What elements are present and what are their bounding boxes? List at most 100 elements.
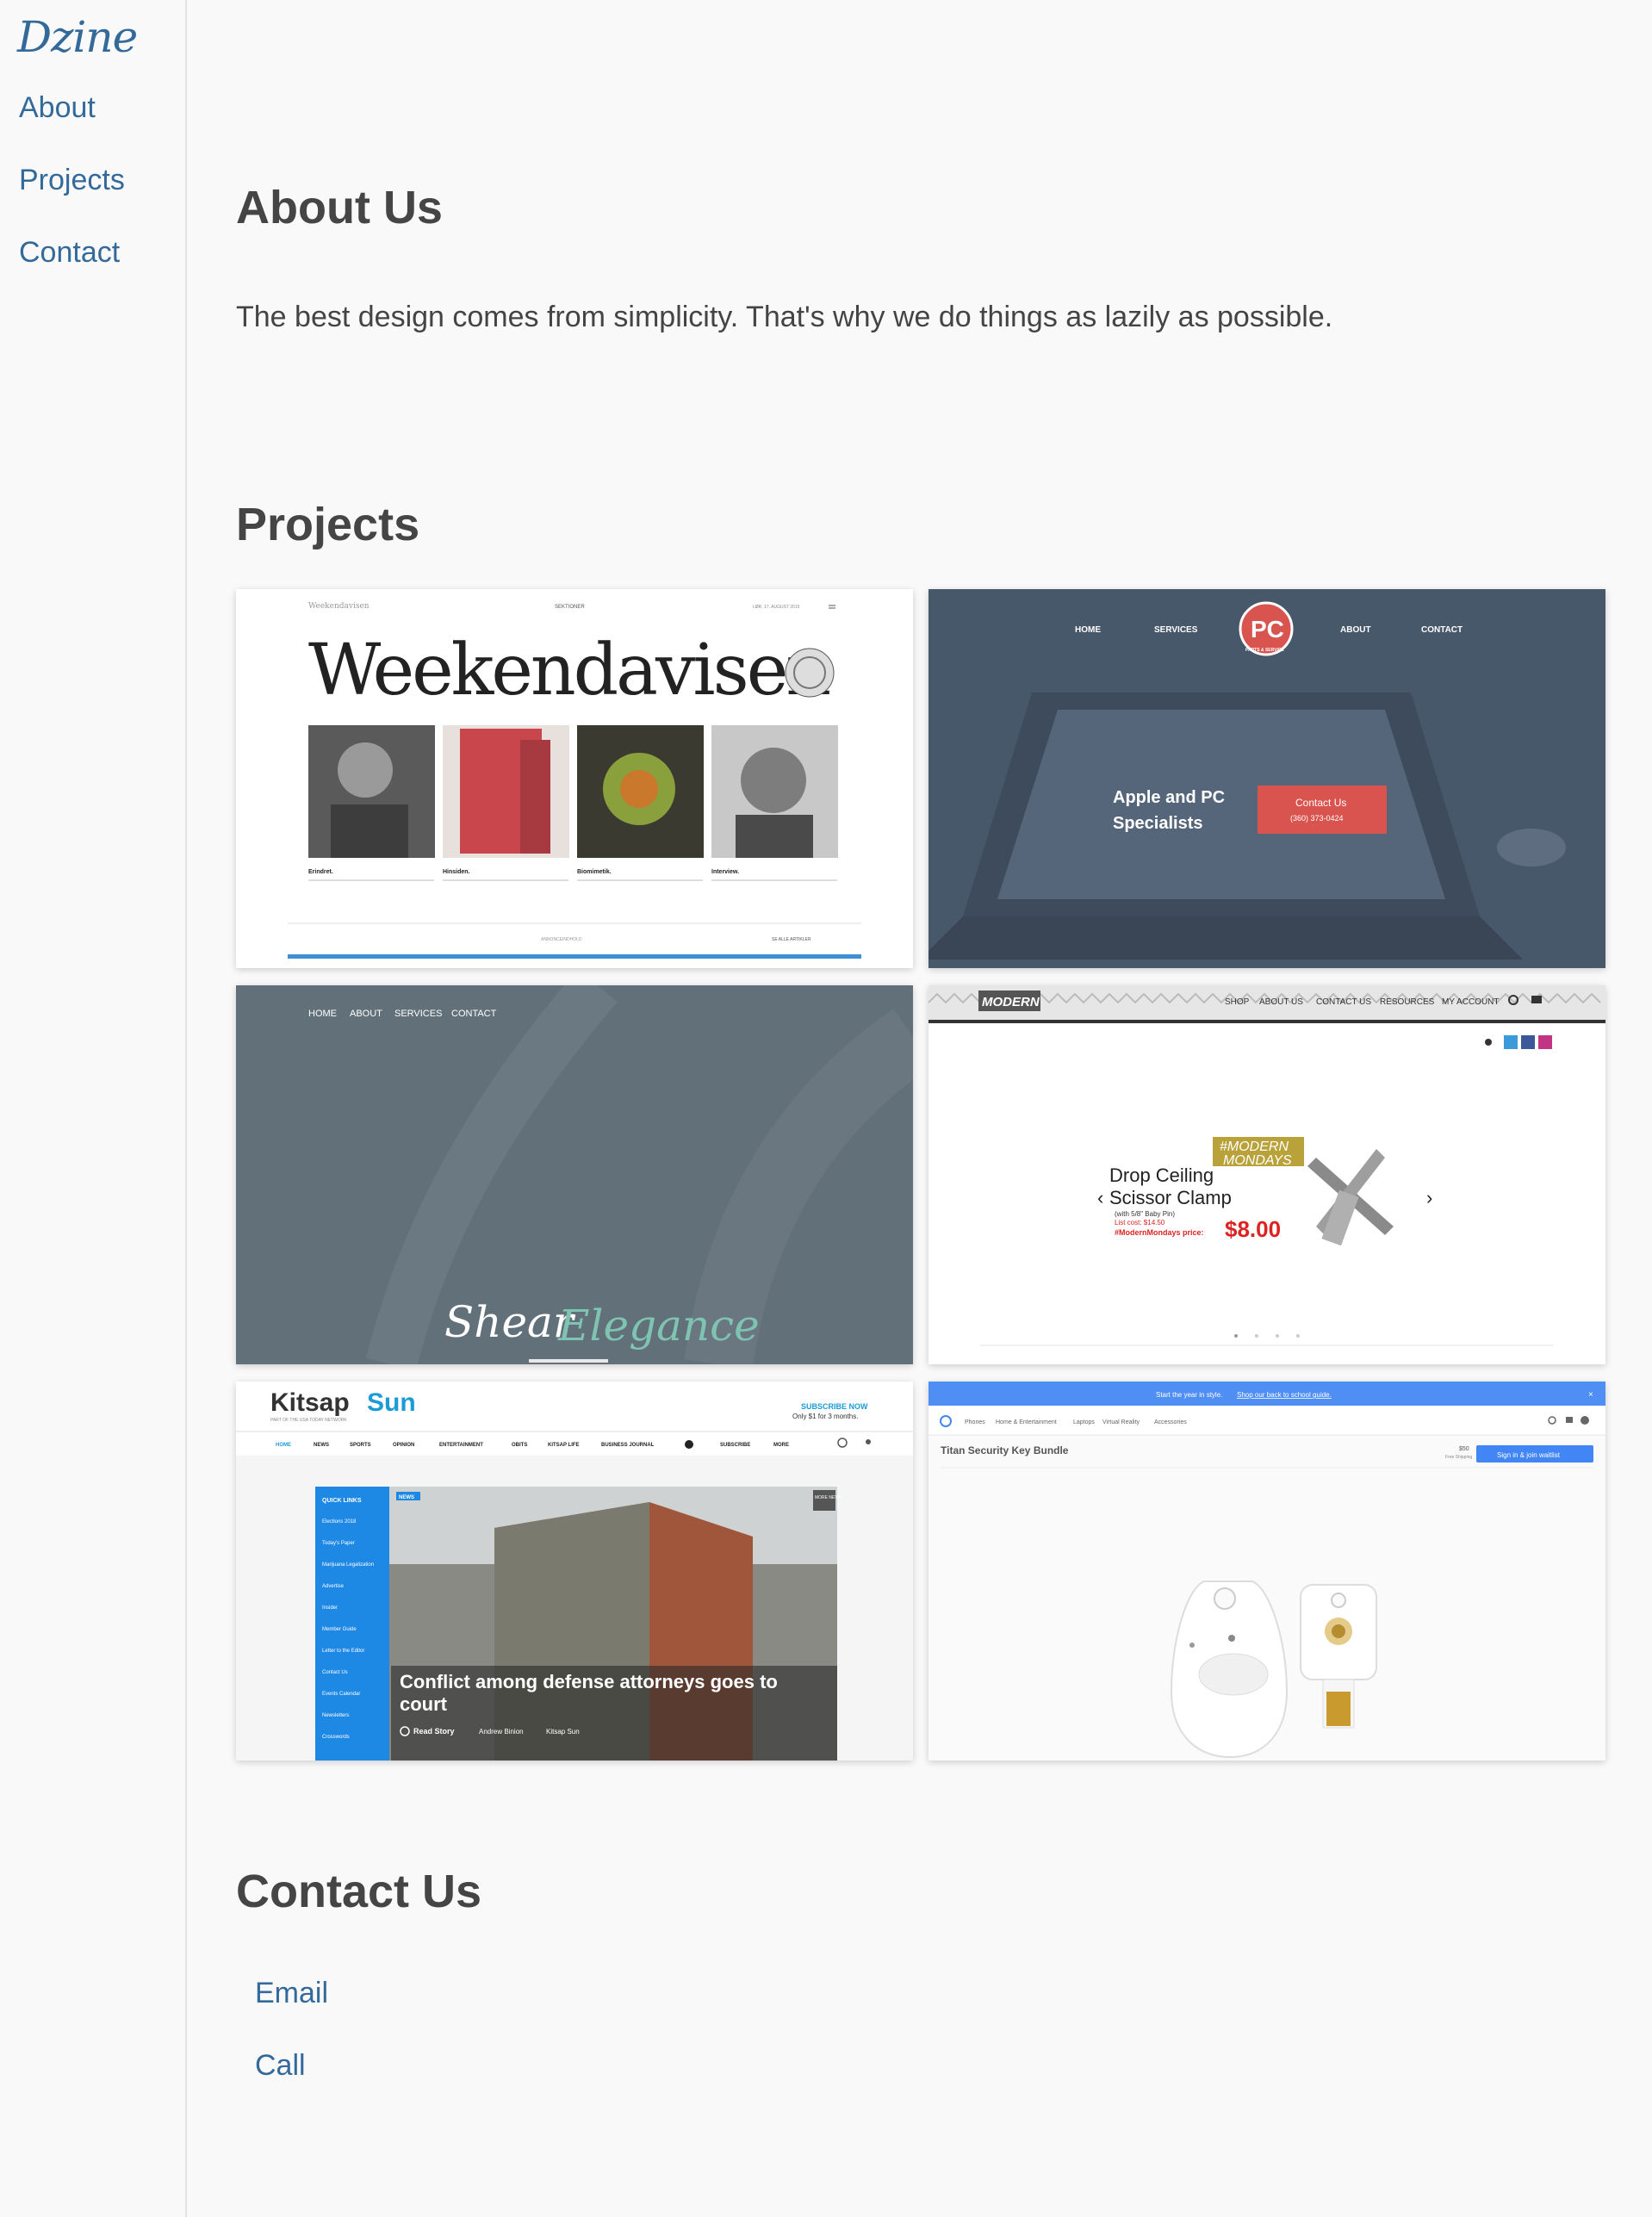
svg-text:QUICK LINKS: QUICK LINKS — [322, 1498, 362, 1504]
projects-heading: Projects — [236, 499, 420, 550]
svg-text:NEWS: NEWS — [314, 1443, 329, 1448]
next-arrow-icon: › — [1426, 1187, 1432, 1208]
svg-text:Accessories: Accessories — [1154, 1419, 1187, 1425]
contact-cta-button — [1258, 786, 1387, 834]
security-key-fob-image — [1170, 1580, 1289, 1759]
svg-text:Interview.: Interview. — [711, 869, 739, 875]
svg-text:(360) 373-0424: (360) 373-0424 — [1290, 814, 1344, 823]
pc-parts-screenshot: HOME SERVICES ABOUT CONTACT PC PARTS & S… — [928, 589, 1605, 968]
account-icon — [1581, 1416, 1589, 1425]
date-label: LØR. 17. AUGUST 2019 — [753, 605, 800, 610]
svg-text:Kitsap: Kitsap — [270, 1388, 350, 1417]
svg-text:CONTACT: CONTACT — [1421, 625, 1463, 635]
svg-text:SERVICES: SERVICES — [1154, 625, 1198, 635]
contact-heading: Contact Us — [236, 1866, 482, 1917]
svg-text:Andrew Binion: Andrew Binion — [479, 1728, 524, 1736]
svg-text:Advertise: Advertise — [322, 1584, 345, 1589]
project-card-shear-elegance[interactable]: HOME ABOUT SERVICES CONTACT Shear Elegan… — [236, 985, 913, 1364]
sections-label: SEKTIONER — [555, 605, 585, 610]
call-link[interactable]: Call — [255, 2049, 306, 2083]
svg-text:MODERN: MODERN — [982, 995, 1040, 1009]
project-card-pc-parts[interactable]: HOME SERVICES ABOUT CONTACT PC PARTS & S… — [928, 589, 1605, 968]
svg-text:Home & Entertainment: Home & Entertainment — [996, 1419, 1057, 1425]
weekendavisen-screenshot: Weekendavisen SEKTIONER LØR. 17. AUGUST … — [236, 589, 913, 968]
about-heading: About Us — [236, 182, 443, 233]
svg-text:SUBSCRIBE NOW: SUBSCRIBE NOW — [801, 1402, 868, 1411]
share-icon — [1485, 1039, 1492, 1046]
svg-text:ABOUT: ABOUT — [1340, 625, 1371, 635]
user-icon — [866, 1439, 871, 1444]
svg-text:Read Story: Read Story — [413, 1727, 455, 1736]
instagram-icon — [1538, 1035, 1552, 1049]
svg-text:Sign in & join waitlist: Sign in & join waitlist — [1497, 1451, 1561, 1459]
svg-text:Crosswords: Crosswords — [322, 1735, 350, 1740]
svg-text:KITSAP LIFE: KITSAP LIFE — [548, 1443, 580, 1448]
project-card-google-store[interactable]: Start the year in style. Shop our back t… — [928, 1382, 1605, 1761]
masthead: Weekendavisen — [308, 630, 829, 711]
svg-text:Sun: Sun — [367, 1388, 416, 1417]
svg-text:Laptops: Laptops — [1073, 1419, 1095, 1425]
svg-text:HOME: HOME — [276, 1443, 291, 1448]
svg-text:Today's Paper: Today's Paper — [322, 1541, 355, 1546]
svg-text:SHOP: SHOP — [1225, 997, 1250, 1007]
svg-text:SUBSCRIBE: SUBSCRIBE — [720, 1443, 750, 1448]
coffee-cup — [1497, 829, 1566, 866]
svg-text:Elections 2018: Elections 2018 — [322, 1519, 357, 1525]
svg-text:MORE: MORE — [773, 1443, 789, 1448]
cart-icon — [1566, 1417, 1573, 1423]
prev-arrow-icon: ‹ — [1097, 1187, 1103, 1208]
svg-text:MONDAYS: MONDAYS — [1223, 1153, 1292, 1168]
project-card-modern[interactable]: MODERN SHOP ABOUT US CONTACT US RESOURCE… — [928, 985, 1605, 1364]
svg-text:Contact Us: Contact Us — [1295, 797, 1346, 809]
crest-icon — [785, 648, 835, 698]
brand-part2: Elegance — [557, 1301, 760, 1351]
svg-text:PC: PC — [1251, 616, 1284, 643]
close-icon: × — [1588, 1390, 1593, 1400]
cart-icon — [1531, 996, 1542, 1003]
site-logo[interactable]: Dzine — [17, 12, 138, 62]
svg-text:Scissor Clamp: Scissor Clamp — [1109, 1187, 1232, 1208]
svg-text:ABOUT: ABOUT — [350, 1009, 382, 1019]
svg-text:Kitsap Sun: Kitsap Sun — [546, 1728, 580, 1736]
about-text: The best design comes from simplicity. T… — [236, 301, 1333, 333]
svg-text:Shop our back to school guide.: Shop our back to school guide. — [1237, 1391, 1332, 1399]
svg-text:Start the year in style.: Start the year in style. — [1156, 1391, 1222, 1399]
svg-text:Titan Security Key Bundle: Titan Security Key Bundle — [941, 1444, 1069, 1456]
project-card-weekendavisen[interactable]: Weekendavisen SEKTIONER LØR. 17. AUGUST … — [236, 589, 913, 968]
svg-text:Events Calendar: Events Calendar — [322, 1692, 360, 1697]
svg-text:Hinsiden.: Hinsiden. — [443, 869, 470, 875]
svg-text:MY ACCOUNT: MY ACCOUNT — [1442, 997, 1500, 1007]
small-masthead: Weekendavisen — [308, 602, 370, 611]
svg-text:#MODERN: #MODERN — [1220, 1140, 1289, 1154]
svg-text:Contact Us: Contact Us — [322, 1670, 348, 1675]
kitsap-sun-screenshot: Kitsap Sun PART OF THE USA TODAY NETWORK… — [236, 1382, 913, 1761]
svg-text:Free Shipping: Free Shipping — [1445, 1455, 1472, 1460]
progress-bar — [288, 954, 861, 959]
svg-text:PART OF THE USA TODAY NETWORK: PART OF THE USA TODAY NETWORK — [270, 1418, 347, 1423]
svg-text:Specialists: Specialists — [1113, 814, 1203, 833]
svg-text:SERVICES: SERVICES — [394, 1009, 442, 1019]
nav-about-link[interactable]: About — [19, 91, 96, 125]
quick-links-panel — [315, 1487, 389, 1761]
brand-part1: Shear — [444, 1297, 576, 1347]
svg-text:OPINION: OPINION — [393, 1443, 414, 1448]
svg-text:CONTACT US: CONTACT US — [1316, 997, 1371, 1007]
project-card-kitsap-sun[interactable]: Kitsap Sun PART OF THE USA TODAY NETWORK… — [236, 1382, 913, 1761]
svg-text:RESOURCES: RESOURCES — [1380, 997, 1435, 1007]
email-link[interactable]: Email — [255, 1977, 328, 2010]
svg-text:$8.00: $8.00 — [1225, 1216, 1281, 1242]
svg-text:Erindret.: Erindret. — [308, 869, 333, 875]
sidebar: Dzine About Projects Contact — [0, 0, 187, 2217]
modern-screenshot: MODERN SHOP ABOUT US CONTACT US RESOURCE… — [928, 985, 1605, 1364]
svg-text:BUSINESS JOURNAL: BUSINESS JOURNAL — [601, 1443, 655, 1448]
nav-projects-link[interactable]: Projects — [19, 164, 125, 197]
svg-text:Only $1 for 3 months.: Only $1 for 3 months. — [792, 1413, 858, 1420]
svg-text:SPORTS: SPORTS — [350, 1443, 371, 1448]
svg-text:OBITS: OBITS — [512, 1443, 527, 1448]
svg-text:ENTERTAINMENT: ENTERTAINMENT — [439, 1443, 483, 1448]
svg-text:#ModernMondays price:: #ModernMondays price: — [1115, 1228, 1204, 1237]
svg-text:Drop Ceiling: Drop Ceiling — [1109, 1164, 1214, 1186]
svg-text:(with 5/8" Baby Pin): (with 5/8" Baby Pin) — [1115, 1210, 1175, 1218]
svg-text:Conflict among defense attorne: Conflict among defense attorneys goes to — [400, 1671, 778, 1692]
nav-contact-link[interactable]: Contact — [19, 236, 120, 270]
